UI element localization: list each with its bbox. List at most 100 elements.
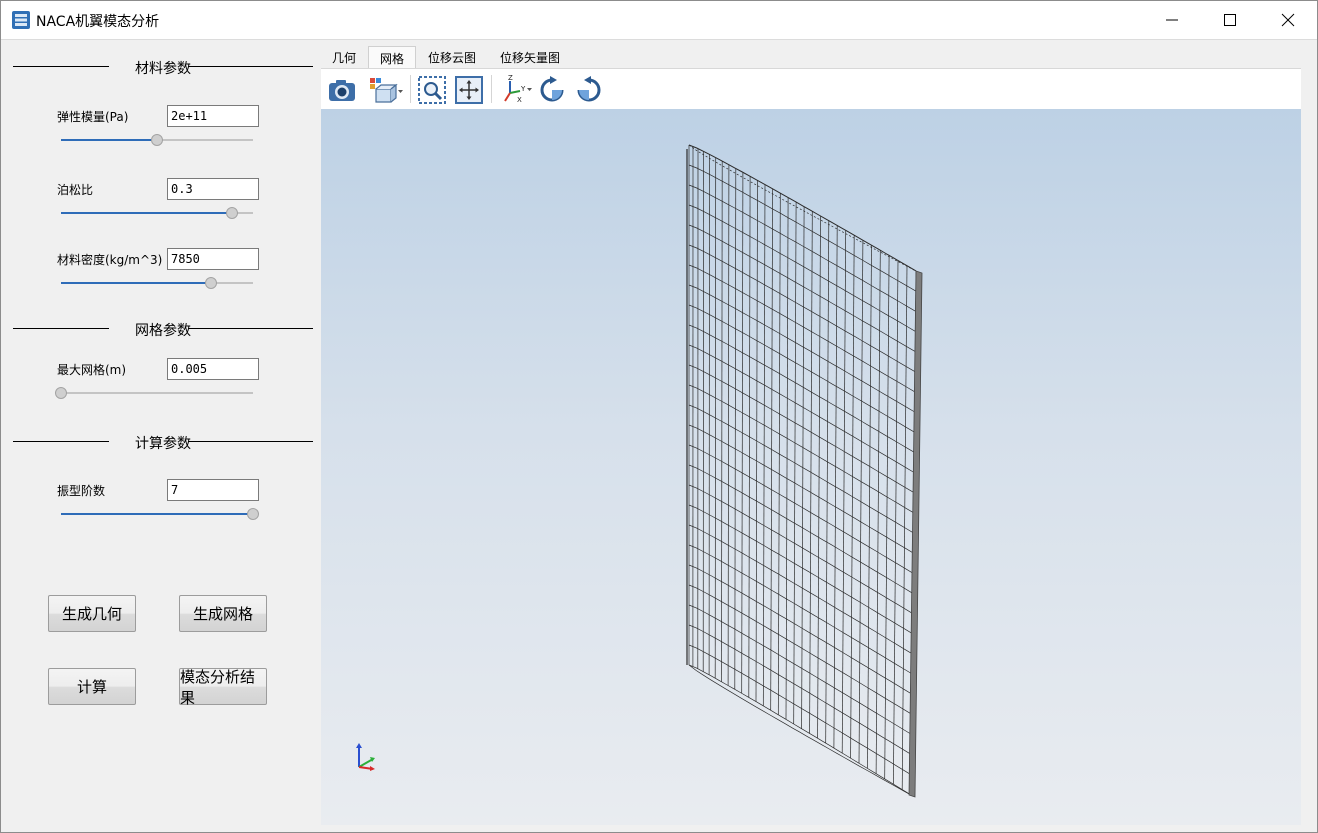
view-cube-icon[interactable] [367,75,405,105]
span-section-line [688,244,916,373]
slider-thumb[interactable] [204,277,217,289]
svg-text:Z: Z [508,75,513,82]
section-title: 网格参数 [135,323,191,339]
span-section-line [688,564,913,695]
chord-line [734,168,737,690]
chord-line [850,235,855,759]
density-label: 材料密度(kg/m^3) [57,253,163,267]
chord-line [825,220,830,744]
chord-line [801,206,805,729]
svg-text:X: X [517,96,522,104]
chord-line [817,215,821,739]
camera-icon[interactable] [327,75,357,105]
window-title: NACA机翼模态分析 [36,14,160,30]
span-section-line [688,304,915,433]
3d-viewport[interactable] [321,109,1301,825]
span-section-line [688,224,916,352]
span-section-line [688,324,915,453]
span-section-line [688,404,914,534]
span-section-line [688,424,914,554]
wing-mesh [686,144,923,798]
chord-line [727,164,730,686]
modulus-slider[interactable] [61,134,253,146]
app-window: NACA机翼模态分析 材料参数 弹性模量(Pa) 2e+11 泊松比 0.3 材… [0,0,1318,833]
max-mesh-input[interactable]: 0.005 [167,358,259,380]
span-section-line [688,664,912,796]
span-section-line [688,144,917,272]
minimize-icon [1166,19,1178,21]
chord-line [793,202,797,725]
span-section-line [688,384,914,514]
close-button[interactable] [1259,1,1317,39]
material-section-header: 材料参数 [13,56,313,77]
modulus-input[interactable]: 2e+11 [167,105,259,127]
rotate-cw-icon[interactable] [537,75,567,105]
svg-text:Y: Y [520,85,526,93]
chord-line [721,161,723,682]
axes-triad-icon [356,743,375,771]
section-title: 材料参数 [135,61,191,77]
span-section-line [688,444,914,574]
compute-button[interactable]: 计算 [48,668,136,705]
max-mesh-label: 最大网格(m) [57,363,127,377]
zoom-box-icon[interactable] [417,75,447,105]
poisson-label: 泊松比 [57,183,94,197]
poisson-slider[interactable] [61,207,253,219]
tab-geometry[interactable]: 几何 [326,46,362,68]
modes-slider[interactable] [61,508,259,520]
rotate-ccw-icon[interactable] [574,75,604,105]
modes-input[interactable]: 7 [167,479,259,501]
span-section-line [688,164,916,292]
chord-line [841,230,847,754]
poisson-input[interactable]: 0.3 [167,178,259,200]
span-section-line [688,504,913,634]
density-input[interactable]: 7850 [167,248,259,270]
modal-results-button[interactable]: 模态分析结果 [179,668,267,707]
span-section-line [688,264,916,393]
modes-label: 振型阶数 [57,484,106,498]
fit-view-icon[interactable] [454,75,484,105]
tab-displacement-vector[interactable]: 位移矢量图 [494,46,566,68]
parameter-panel: 材料参数 弹性模量(Pa) 2e+11 泊松比 0.3 材料密度(kg/m^3)… [1,40,321,832]
chord-line [833,225,838,749]
slider-thumb[interactable] [225,207,238,219]
trailing-edge-face [908,270,923,798]
span-section-line [688,604,912,735]
span-section-line [688,624,912,755]
span-section-line [688,484,913,614]
compute-section-header: 计算参数 [13,431,313,452]
span-section-line [688,284,915,413]
max-mesh-slider[interactable] [55,387,253,399]
close-icon [1281,13,1295,27]
span-section-line [688,544,913,675]
density-slider[interactable] [61,277,253,289]
maximize-button[interactable] [1201,1,1259,39]
span-section-line [688,584,912,715]
axes-orientation-icon[interactable]: Z Y X [498,74,534,105]
span-section-line [688,344,915,473]
tab-displacement-contour[interactable]: 位移云图 [422,46,482,68]
span-section-line [688,184,916,312]
span-section-line [688,204,916,332]
mesh-section-header: 网格参数 [13,318,313,339]
title-bar: NACA机翼模态分析 [1,1,1317,40]
view-toolbar: Z Y X [321,68,1301,110]
span-section-line [688,464,914,594]
generate-geometry-button[interactable]: 生成几何 [48,595,136,632]
span-section-line [688,524,913,655]
chord-line [858,240,864,764]
section-title: 计算参数 [135,436,191,452]
span-section-line [688,664,912,796]
slider-thumb[interactable] [55,387,67,399]
modulus-label: 弹性模量(Pa) [57,110,129,124]
minimize-button[interactable] [1143,1,1201,39]
slider-thumb[interactable] [151,134,163,146]
tab-mesh[interactable]: 网格 [368,46,416,69]
chord-line [714,157,717,679]
span-section-line [688,144,917,272]
generate-mesh-button[interactable]: 生成网格 [179,595,267,632]
app-icon [11,10,31,30]
slider-thumb[interactable] [247,508,259,520]
span-section-line [688,644,912,776]
maximize-icon [1224,14,1236,26]
